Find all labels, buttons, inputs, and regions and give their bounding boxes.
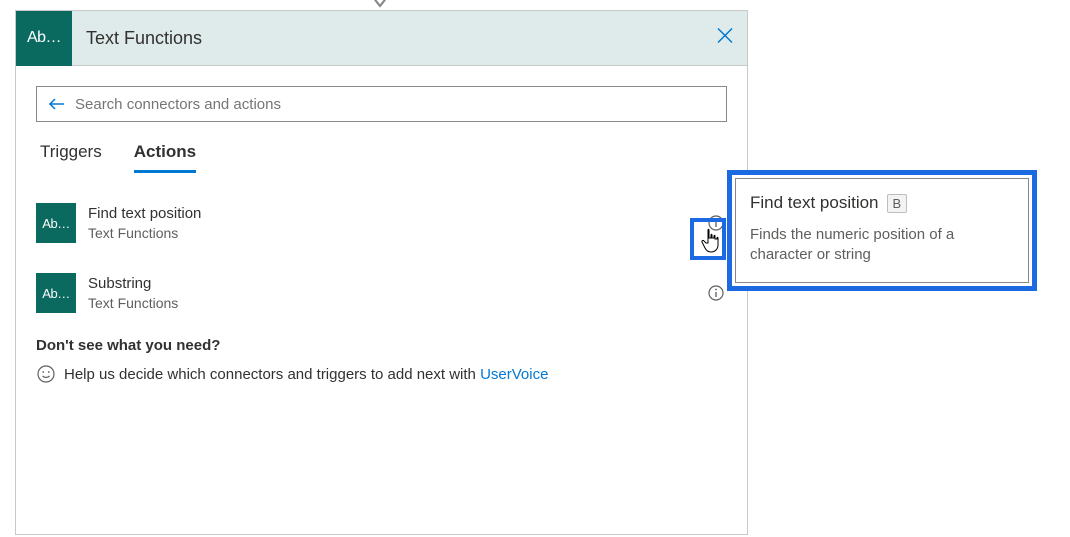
action-substring[interactable]: Ab… Substring Text Functions	[36, 267, 727, 319]
connector-panel: Ab… Text Functions Triggers Actions Ab… …	[15, 10, 748, 535]
info-icon[interactable]	[707, 214, 725, 232]
smiley-icon	[36, 364, 56, 384]
panel-header: Ab… Text Functions	[16, 11, 747, 66]
search-box[interactable]	[36, 86, 727, 122]
tab-actions[interactable]: Actions	[134, 142, 196, 172]
action-subtitle: Text Functions	[88, 224, 727, 242]
hint-text: Help us decide which connectors and trig…	[64, 366, 548, 383]
hint-text-before: Help us decide which connectors and trig…	[64, 366, 480, 383]
tooltip-title-row: Find text position B	[750, 193, 1014, 213]
hint-title: Don't see what you need?	[36, 337, 727, 354]
tooltip-badge: B	[887, 194, 908, 213]
tooltip-highlight: Find text position B Finds the numeric p…	[727, 170, 1037, 291]
action-title: Substring	[88, 274, 727, 294]
tab-triggers[interactable]: Triggers	[40, 142, 102, 172]
text-functions-icon: Ab…	[36, 203, 76, 243]
tooltip: Find text position B Finds the numeric p…	[735, 178, 1029, 283]
hint-row: Help us decide which connectors and trig…	[36, 364, 727, 384]
close-button[interactable]	[717, 28, 733, 49]
tooltip-description: Finds the numeric position of a characte…	[750, 225, 1014, 266]
hint-section: Don't see what you need? Help us decide …	[36, 337, 727, 384]
uservoice-link[interactable]: UserVoice	[480, 366, 548, 383]
panel-body: Triggers Actions Ab… Find text position …	[16, 66, 747, 404]
tabs: Triggers Actions	[36, 142, 727, 173]
panel-title: Text Functions	[86, 28, 202, 49]
back-arrow-icon[interactable]	[47, 94, 67, 114]
search-input[interactable]	[75, 96, 716, 113]
action-text: Substring Text Functions	[88, 274, 727, 312]
action-text: Find text position Text Functions	[88, 204, 727, 242]
action-find-text-position[interactable]: Ab… Find text position Text Functions	[36, 197, 727, 249]
action-title: Find text position	[88, 204, 727, 224]
action-subtitle: Text Functions	[88, 294, 727, 312]
tooltip-title: Find text position	[750, 193, 879, 213]
action-list: Ab… Find text position Text Functions Ab…	[36, 197, 727, 319]
text-functions-icon: Ab…	[36, 273, 76, 313]
info-icon[interactable]	[707, 284, 725, 302]
text-functions-icon: Ab…	[16, 11, 72, 66]
